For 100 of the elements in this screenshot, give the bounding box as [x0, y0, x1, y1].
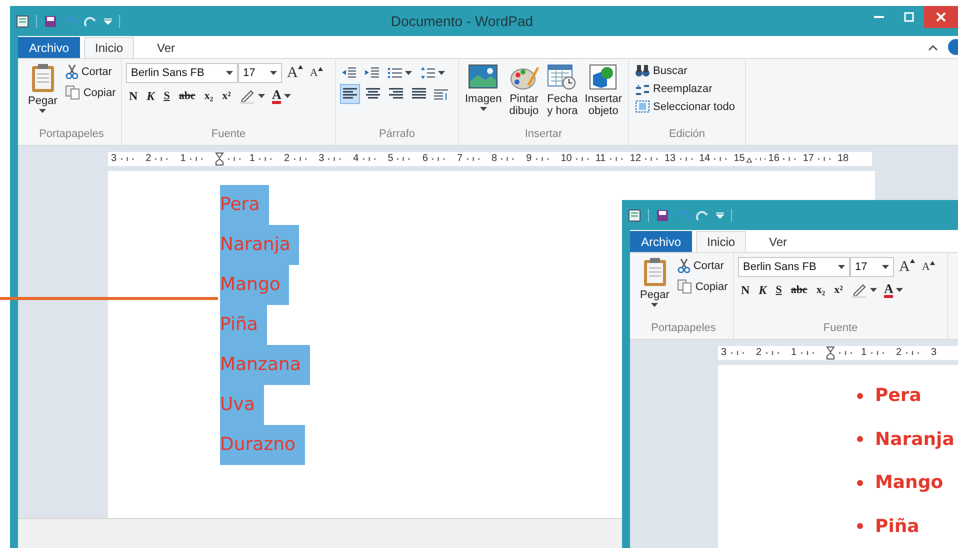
underline-button[interactable]: S	[160, 89, 173, 103]
help-icon	[946, 39, 958, 55]
ruler-number: 2	[756, 348, 762, 358]
file-menu-tab[interactable]: Archivo	[630, 231, 692, 252]
up-caret-icon	[910, 258, 915, 262]
align-left-button[interactable]	[340, 84, 360, 104]
line-spacing-button[interactable]	[419, 66, 447, 80]
list-item-text: Mango	[220, 265, 290, 305]
ruler-number: 10	[560, 154, 572, 164]
document-icon	[628, 208, 641, 222]
caret-icon	[870, 288, 877, 292]
italic-button[interactable]: K	[756, 282, 770, 298]
sub-button[interactable]: x₂	[813, 283, 828, 297]
ribbon-tab[interactable]: Ver	[146, 37, 186, 58]
caret-icon	[882, 264, 889, 270]
binoculars-icon	[635, 64, 650, 77]
close-icon	[936, 12, 946, 22]
ribbon-tab[interactable]: Ver	[758, 231, 798, 252]
customize-caret-icon	[716, 211, 724, 219]
save-icon	[44, 14, 57, 28]
highlighter-icon	[238, 88, 255, 104]
list-item-text: Pera	[875, 385, 922, 406]
font-color-button[interactable]: A	[882, 281, 906, 299]
list-item-text: Piña	[220, 305, 267, 345]
file-menu-tab[interactable]: Archivo	[18, 37, 80, 58]
paragraph-button[interactable]	[432, 87, 450, 101]
ruler-number: 9	[526, 154, 532, 164]
window-title: Documento - WordPad	[390, 13, 534, 29]
ruler-number: 1	[791, 348, 797, 358]
ruler-number: 5	[388, 154, 394, 164]
font-size-dropdown[interactable]: 17	[850, 257, 894, 277]
strike-button[interactable]: abc	[176, 89, 198, 103]
copy-button[interactable]: Copiar	[675, 278, 730, 295]
font-family-dropdown[interactable]: Berlin Sans FB	[738, 257, 850, 277]
list-item-text: Piña	[875, 516, 920, 537]
ribbon-tab[interactable]: Inicio	[696, 231, 746, 252]
insert-picture-button[interactable]: Imagen	[463, 63, 504, 128]
line-spacing-icon	[421, 67, 435, 79]
find-button[interactable]: Buscar	[633, 63, 737, 78]
align-right-icon	[389, 88, 403, 100]
group-label: Fuente	[210, 128, 247, 142]
ruler-number: 3	[931, 348, 937, 358]
up-caret-icon	[318, 67, 323, 71]
ruler-number: 11	[595, 154, 606, 164]
up-caret-icon	[930, 261, 935, 265]
group-label: Insertar	[524, 128, 564, 142]
underline-button[interactable]: S	[772, 283, 785, 297]
save-icon	[656, 208, 669, 222]
grow-font-button[interactable]: A	[285, 64, 305, 82]
ruler-ticks-icon	[836, 350, 855, 356]
replace-button[interactable]: Reemplazar	[633, 81, 737, 96]
landscape-picture-icon	[468, 63, 498, 91]
document-icon	[16, 14, 29, 28]
collapse-ribbon-icon	[928, 44, 938, 50]
select-all-icon	[635, 100, 650, 113]
up-caret-icon	[298, 64, 303, 68]
cut-button[interactable]: Cortar	[63, 63, 118, 80]
font-size-dropdown[interactable]: 17	[238, 63, 282, 83]
bold-button[interactable]: N	[738, 282, 753, 298]
shrink-font-button[interactable]: A	[308, 67, 325, 79]
cut-button[interactable]: Cortar	[675, 257, 730, 274]
list-item-text: Pera	[220, 185, 269, 225]
ribbon-tab[interactable]: Inicio	[84, 37, 134, 58]
insert-object-button[interactable]: Insertar objeto	[582, 63, 624, 128]
group-label: Edición	[668, 128, 706, 142]
font-color-button[interactable]: A	[270, 87, 294, 105]
font-family-dropdown[interactable]: Berlin Sans FB	[126, 63, 238, 83]
copy-icon	[65, 85, 80, 100]
insert-datetime-button[interactable]: Fecha y hora	[544, 63, 581, 128]
sub-button[interactable]: x₂	[201, 89, 216, 103]
bold-button[interactable]: N	[126, 88, 141, 104]
close-button[interactable]	[924, 6, 958, 28]
list-button[interactable]	[386, 66, 414, 80]
minimize-icon	[874, 16, 884, 18]
replace-icon	[635, 82, 650, 95]
copy-button[interactable]: Copiar	[63, 84, 118, 101]
decrease-indent-button[interactable]	[340, 66, 358, 80]
shrink-font-button[interactable]: A	[920, 261, 937, 273]
insert-paint-button[interactable]: Pintar dibujo	[506, 63, 542, 128]
list-item-text: Mango	[875, 472, 944, 494]
sup-button[interactable]: x²	[219, 89, 234, 103]
maximize-icon	[904, 12, 914, 22]
redo-icon	[84, 14, 97, 28]
ruler-number: 12	[630, 154, 642, 164]
highlighter-icon	[850, 282, 867, 298]
increase-indent-button[interactable]	[363, 66, 381, 80]
ruler-number: 14	[699, 154, 710, 164]
italic-button[interactable]: K	[144, 88, 158, 104]
group-label: Fuente	[822, 322, 859, 336]
align-left-icon	[343, 88, 357, 100]
strike-button[interactable]: abc	[788, 283, 810, 297]
grow-font-button[interactable]: A	[897, 258, 917, 276]
paste-button[interactable]: Pegar	[26, 63, 60, 128]
select-button[interactable]: Seleccionar todo	[633, 99, 737, 114]
ruler-number: 2	[284, 154, 290, 164]
list-item-text: Durazno	[220, 425, 305, 465]
paste-button[interactable]: Pegar	[638, 257, 672, 322]
paragraph-icon	[434, 88, 448, 100]
sup-button[interactable]: x²	[831, 283, 846, 297]
align-center-icon	[366, 88, 380, 100]
